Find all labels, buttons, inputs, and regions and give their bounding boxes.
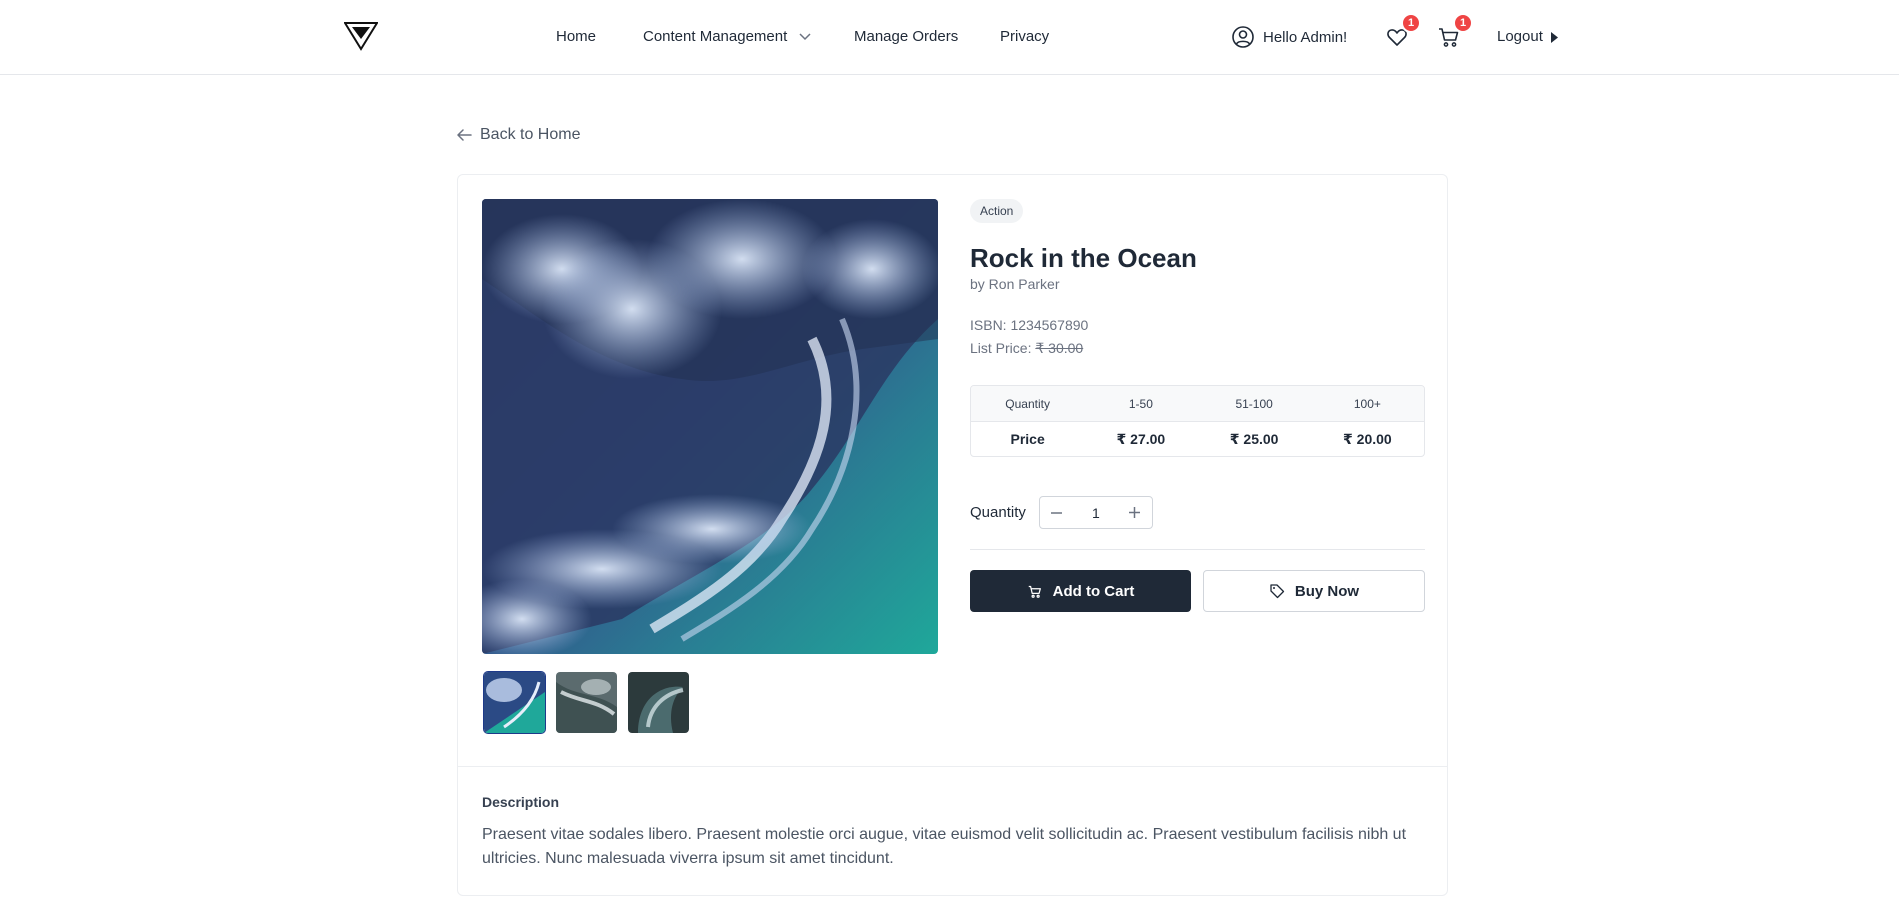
nav-manage-orders-link[interactable]: Manage Orders — [854, 28, 958, 46]
navbar: Home Content Management Manage Orders Pr… — [0, 0, 1899, 75]
user-greeting: Hello Admin! — [1263, 28, 1348, 46]
price-table-cell: ₹ 20.00 — [1343, 430, 1392, 447]
cart-icon — [1028, 585, 1041, 598]
price-table-row: Price ₹ 27.00 ₹ 25.00 ₹ 20.00 — [971, 421, 1424, 456]
divider — [970, 549, 1425, 550]
quantity-label: Quantity — [970, 504, 1026, 521]
list-price-value: ₹ 30.00 — [1035, 340, 1084, 356]
quantity-increment-button[interactable] — [1118, 497, 1152, 528]
price-table-header: Quantity 1-50 51-100 100+ — [971, 386, 1424, 421]
product-card: Action Rock in the Ocean by Ron Parker I… — [457, 174, 1448, 896]
price-table-cell: Price — [1010, 431, 1045, 447]
isbn-value: 1234567890 — [1010, 317, 1089, 333]
logout-button[interactable]: Logout — [1497, 28, 1558, 46]
thumbnail-2[interactable] — [556, 672, 617, 733]
ocean-lava-image — [482, 199, 938, 654]
price-table-header-cell: 100+ — [1353, 396, 1381, 411]
list-price-label: List Price: — [970, 340, 1036, 356]
user-profile[interactable]: Hello Admin! — [1232, 25, 1347, 49]
back-to-home-label: Back to Home — [480, 126, 581, 143]
wishlist-button[interactable]: 1 — [1385, 13, 1421, 49]
wishlist-count-badge: 1 — [1401, 13, 1421, 33]
minus-icon — [1051, 511, 1063, 514]
product-isbn: ISBN: 1234567890 — [970, 317, 1425, 333]
add-to-cart-label: Add to Cart — [1052, 582, 1135, 600]
cart-button[interactable]: 1 — [1437, 13, 1473, 49]
divider — [458, 766, 1447, 767]
user-circle-icon — [1232, 26, 1254, 48]
price-table-header-cell: Quantity — [1005, 396, 1050, 411]
logo-icon[interactable] — [344, 21, 378, 51]
quantity-row: Quantity — [970, 496, 1153, 529]
description-text: Praesent vitae sodales libero. Praesent … — [482, 826, 1407, 867]
price-table-cell: ₹ 25.00 — [1229, 430, 1279, 447]
buy-now-label: Buy Now — [1294, 582, 1360, 600]
thumbnail-1[interactable] — [484, 672, 545, 733]
arrow-left-icon — [457, 129, 472, 141]
thumbnail-list — [484, 672, 689, 733]
add-to-cart-button[interactable]: Add to Cart — [970, 570, 1191, 612]
price-table-header-cell: 1-50 — [1128, 396, 1153, 411]
description-heading: Description — [482, 794, 560, 810]
product-author: by Ron Parker — [970, 276, 1060, 292]
nav-home-link[interactable]: Home — [556, 28, 596, 46]
price-table-cell: ₹ 27.00 — [1116, 430, 1166, 447]
logout-label: Logout — [1497, 28, 1543, 45]
thumbnail-3[interactable] — [628, 672, 689, 733]
nav-content-management-label: Content Management — [643, 28, 788, 45]
isbn-label: ISBN: — [970, 317, 1011, 333]
quantity-stepper — [1038, 496, 1153, 529]
quantity-input[interactable] — [1073, 504, 1118, 521]
product-list-price: List Price: ₹ 30.00 — [970, 340, 1425, 357]
caret-right-icon — [1550, 31, 1558, 43]
nav-privacy-link[interactable]: Privacy — [1000, 28, 1049, 46]
price-table: Quantity 1-50 51-100 100+ Price ₹ 27.00 … — [970, 385, 1425, 457]
quantity-decrement-button[interactable] — [1040, 497, 1074, 528]
nav-content-management-dropdown[interactable]: Content Management — [643, 28, 811, 46]
product-title: Rock in the Ocean — [970, 243, 1197, 273]
plus-icon — [1129, 507, 1141, 518]
back-to-home-link[interactable]: Back to Home — [457, 126, 580, 144]
buy-now-button[interactable]: Buy Now — [1203, 570, 1425, 612]
cart-count-badge: 1 — [1453, 13, 1473, 33]
genre-badge: Action — [970, 199, 1024, 223]
chevron-down-icon — [799, 33, 811, 41]
product-info: Action Rock in the Ocean by Ron Parker I… — [970, 199, 1425, 612]
price-table-header-cell: 51-100 — [1235, 396, 1273, 411]
product-main-image — [482, 199, 938, 654]
tag-icon — [1270, 584, 1285, 599]
